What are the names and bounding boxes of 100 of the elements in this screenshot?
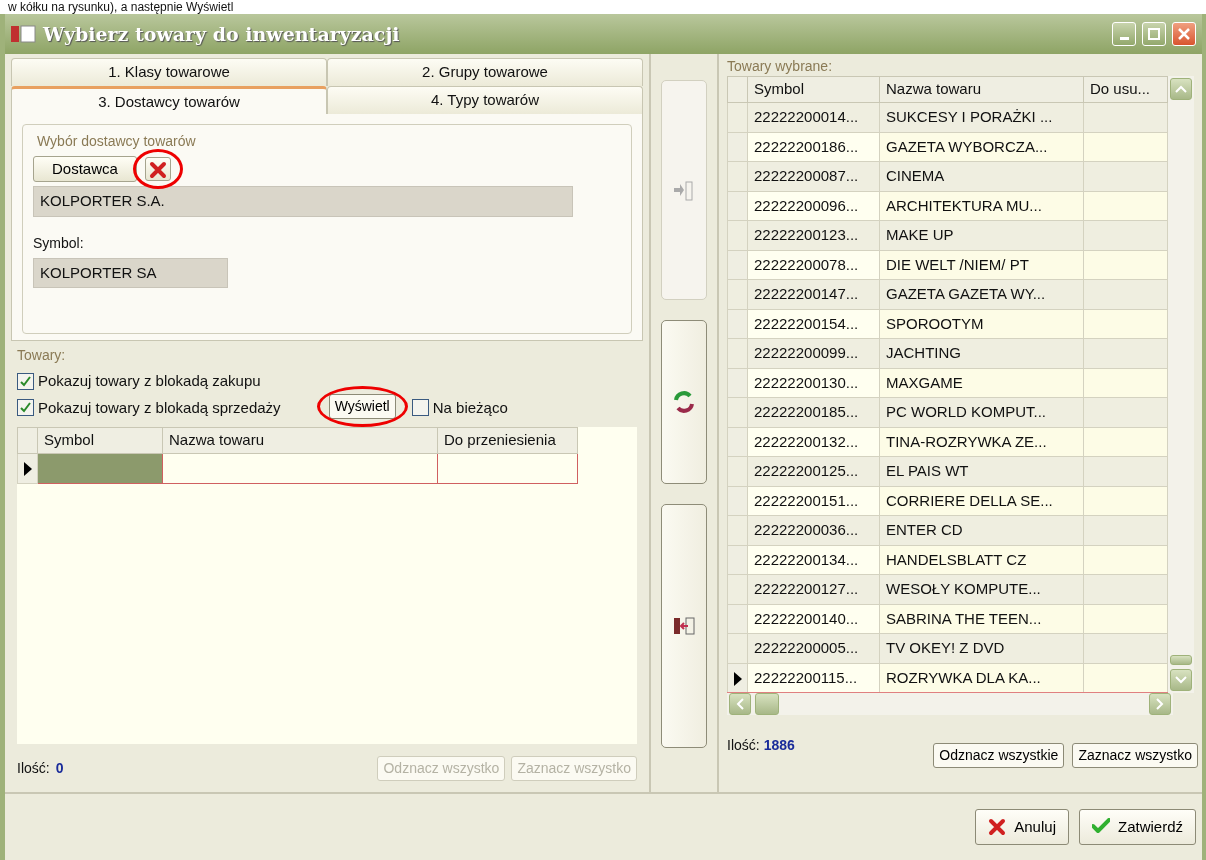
table-cell: 22222200132... (747, 427, 880, 457)
chevron-down-icon (1175, 675, 1187, 685)
row-pointer-icon (733, 671, 742, 686)
minimize-button[interactable] (1112, 22, 1136, 46)
close-button[interactable] (1172, 22, 1196, 46)
scroll-up-button[interactable] (1170, 78, 1192, 100)
table-cell: ROZRYWKA DLA KA... (879, 663, 1084, 693)
maximize-button[interactable] (1142, 22, 1166, 46)
checkbox[interactable] (411, 399, 429, 417)
table-row[interactable]: 22222200099... JACHTING (727, 338, 1168, 368)
refresh-icon (672, 390, 696, 414)
table-cell: HANDELSBLATT CZ (879, 545, 1084, 575)
table-cell: 22222200147... (747, 279, 880, 309)
clear-button[interactable] (144, 157, 171, 181)
table-row[interactable]: 22222200134... HANDELSBLATT CZ (727, 545, 1168, 575)
table-row[interactable]: 22222200078... DIE WELT /NIEM/ PT (727, 250, 1168, 280)
confirm-button[interactable]: Zatwierdź (1078, 808, 1196, 846)
x-icon (988, 818, 1007, 836)
tab[interactable]: 2. Grupy towarowe (327, 58, 643, 86)
table-cell: 22222200185... (747, 397, 880, 427)
table-row[interactable]: 22222200005... TV OKEY! Z DVD (727, 633, 1168, 663)
table-cell: CINEMA (879, 161, 1084, 191)
checkbox-label: Na bieżąco (432, 397, 508, 418)
table-row[interactable]: 22222200140... SABRINA THE TEEN... (727, 604, 1168, 634)
check-icon (19, 374, 32, 388)
scroll-right-button[interactable] (1149, 693, 1171, 715)
column-header: Do usu... (1083, 76, 1168, 103)
table-row[interactable]: 22222200127... WESOŁY KOMPUTE... (727, 574, 1168, 604)
check-icon (1091, 818, 1110, 836)
table-row[interactable]: 22222200115... ROZRYWKA DLA KA... (727, 663, 1168, 693)
table-row[interactable]: 22222200154... SPOROOTYM (727, 309, 1168, 339)
table-cell: 22222200005... (747, 633, 880, 663)
table-row[interactable]: 22222200036... ENTER CD (727, 515, 1168, 545)
table-cell: 22222200036... (747, 515, 880, 545)
table-cell: 22222200127... (747, 574, 880, 604)
table-cell: CORRIERE DELLA SE... (879, 486, 1084, 516)
table-row[interactable]: 22222200096... ARCHITEKTURA MU... (727, 191, 1168, 221)
select-button[interactable]: Odznacz wszystkie (933, 743, 1065, 768)
add-icon (672, 178, 696, 202)
table-row[interactable]: 22222200186... GAZETA WYBORCZA... (727, 132, 1168, 162)
cancel-button[interactable]: Anuluj (975, 808, 1069, 846)
scroll-thumb[interactable] (1170, 655, 1192, 665)
table-row[interactable]: 22222200151... CORRIERE DELLA SE... (727, 486, 1168, 516)
tab[interactable]: 1. Klasy towarowe (11, 58, 327, 86)
table-row[interactable]: 22222200087... CINEMA (727, 161, 1168, 191)
table-row[interactable]: 22222200014... SUKCESY I PORAŻKI ... (727, 102, 1168, 132)
caption-text: w kółku na rysunku), a następnie Wyświetl (7, 0, 235, 14)
count-label: Ilość: (727, 736, 760, 755)
minimize-icon (1119, 37, 1129, 40)
table-row[interactable]: 22222200132... TINA-ROZRYWKA ZE... (727, 427, 1168, 457)
table-row[interactable]: 22222200123... MAKE UP (727, 220, 1168, 250)
close-icon (1178, 28, 1190, 40)
table-cell: SUKCESY I PORAŻKI ... (879, 102, 1084, 132)
table-cell: ENTER CD (879, 515, 1084, 545)
table-cell: MAKE UP (879, 220, 1084, 250)
window-title: Wybierz towary do inwentaryzacji (43, 21, 400, 47)
table-cell: 22222200123... (747, 220, 880, 250)
tab[interactable]: 3. Dostawcy towarów (11, 86, 327, 114)
checkbox-label: Pokazuj towary z blokadą sprzedaży (38, 397, 281, 418)
table-cell: 22222200134... (747, 545, 880, 575)
supplier-name-field: KOLPORTER S.A. (33, 186, 573, 217)
table-cell: 22222200151... (747, 486, 880, 516)
table-cell: TINA-ROZRYWKA ZE... (879, 427, 1084, 457)
count-value: 1886 (763, 736, 795, 755)
tab[interactable]: 4. Typy towarów (327, 86, 643, 114)
table-row[interactable]: 22222200125... EL PAIS WT (727, 456, 1168, 486)
table-cell: SABRINA THE TEEN... (879, 604, 1084, 634)
select-button[interactable]: Zaznacz wszystko (1072, 743, 1198, 768)
table-row[interactable]: 22222200147... GAZETA GAZETA WY... (727, 279, 1168, 309)
supplier-button[interactable]: Dostawca (33, 156, 137, 182)
transfer-button[interactable] (661, 504, 707, 748)
table-cell: 22222200014... (747, 102, 880, 132)
symbol-label: Symbol: (33, 233, 85, 253)
maximize-icon (1148, 28, 1160, 40)
symbol-field: KOLPORTER SA (33, 257, 228, 288)
checkbox[interactable] (17, 372, 34, 390)
section-label: Towary wybrane: (727, 57, 834, 76)
table-cell: 22222200087... (747, 161, 880, 191)
count-label: Ilość: (17, 758, 50, 778)
table-cell: 22222200130... (747, 368, 880, 398)
table-cell: 22222200125... (747, 456, 880, 486)
column-header: Symbol (37, 427, 163, 454)
x-icon (148, 161, 167, 179)
table-cell: MAXGAME (879, 368, 1084, 398)
check-icon (19, 401, 32, 415)
scroll-down-button[interactable] (1170, 669, 1192, 691)
scroll-thumb[interactable] (755, 693, 779, 715)
table-cell: SPOROOTYM (879, 309, 1084, 339)
section-label: Towary: (17, 346, 67, 365)
table-cell: 22222200099... (747, 338, 880, 368)
show-button[interactable]: Wyświetl (328, 394, 396, 419)
checkbox[interactable] (17, 399, 34, 417)
transfer-button[interactable] (661, 320, 707, 484)
table-cell: PC WORLD KOMPUT... (879, 397, 1084, 427)
chevron-left-icon (735, 698, 745, 710)
table-cell: 22222200096... (747, 191, 880, 221)
count-value: 0 (55, 758, 64, 778)
table-row[interactable]: 22222200185... PC WORLD KOMPUT... (727, 397, 1168, 427)
scroll-left-button[interactable] (729, 693, 751, 715)
table-row[interactable]: 22222200130... MAXGAME (727, 368, 1168, 398)
